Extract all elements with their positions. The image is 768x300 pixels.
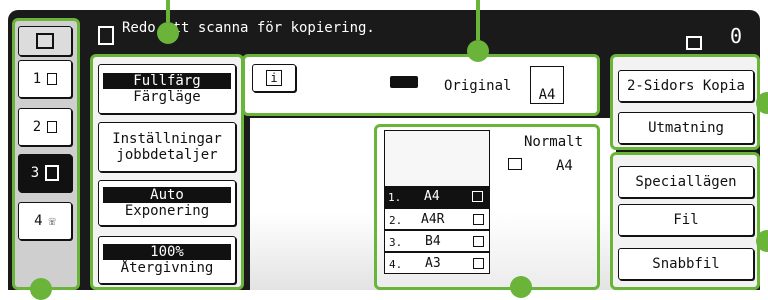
tray-row[interactable]: 4. A3 bbox=[384, 252, 490, 274]
job-details-button[interactable]: Inställningar jobbdetaljer bbox=[98, 122, 236, 172]
info-icon: i bbox=[266, 70, 282, 86]
paper-icon bbox=[473, 214, 484, 225]
output-size: A4 bbox=[556, 158, 573, 174]
copy-icon bbox=[47, 73, 58, 85]
callout-stem bbox=[476, 0, 480, 40]
original-label: Original bbox=[444, 78, 512, 94]
copy-stack-icon bbox=[686, 36, 702, 50]
output-tray-icon bbox=[508, 158, 522, 170]
tab-3[interactable]: 3 bbox=[18, 154, 72, 192]
callout-stem bbox=[166, 0, 170, 22]
original-display: Original A4 bbox=[380, 62, 590, 106]
status-bar: Redo att scanna för kopiering. 0 bbox=[90, 14, 750, 52]
fax-icon: ☏ bbox=[48, 214, 56, 228]
color-mode-button[interactable]: Fullfärg Färgläge bbox=[98, 64, 236, 114]
tray-row[interactable]: 3. B4 bbox=[384, 230, 490, 252]
home-button[interactable] bbox=[18, 26, 72, 56]
output-display: Normalt A4 bbox=[500, 134, 596, 184]
scanner-icon bbox=[390, 76, 418, 88]
paper-icon bbox=[473, 236, 484, 247]
quick-file-button[interactable]: Snabbfil bbox=[618, 248, 754, 280]
tray-row[interactable]: 2. A4R bbox=[384, 208, 490, 230]
paper-icon bbox=[473, 258, 484, 269]
tab-4[interactable]: 4 ☏ bbox=[18, 202, 72, 240]
output-mode: Normalt bbox=[524, 134, 584, 150]
copier-body bbox=[384, 130, 490, 188]
two-sided-copy-button[interactable]: 2-Sidors Kopia bbox=[618, 70, 754, 102]
exposure-button[interactable]: Auto Exponering bbox=[98, 180, 236, 226]
document-icon bbox=[98, 26, 114, 45]
callout-marker bbox=[30, 278, 52, 300]
tray-row[interactable]: 1. A4 bbox=[384, 186, 490, 208]
info-button[interactable]: i bbox=[252, 64, 296, 92]
callout-marker bbox=[467, 40, 489, 62]
file-button[interactable]: Fil bbox=[618, 204, 754, 236]
paper-icon bbox=[472, 191, 483, 202]
multi-document-icon bbox=[45, 165, 60, 181]
tab-2[interactable]: 2 bbox=[18, 108, 72, 146]
original-size: A4 bbox=[530, 66, 564, 104]
callout-marker bbox=[510, 276, 532, 298]
copy-count: 0 bbox=[730, 24, 743, 48]
callout-marker bbox=[157, 22, 179, 44]
tab-1[interactable]: 1 bbox=[18, 60, 72, 98]
document-icon bbox=[47, 121, 58, 133]
ratio-button[interactable]: 100% Återgivning bbox=[98, 236, 236, 284]
special-modes-button[interactable]: Speciallägen bbox=[618, 166, 754, 198]
output-button[interactable]: Utmatning bbox=[618, 112, 754, 144]
printer-icon bbox=[36, 33, 54, 49]
